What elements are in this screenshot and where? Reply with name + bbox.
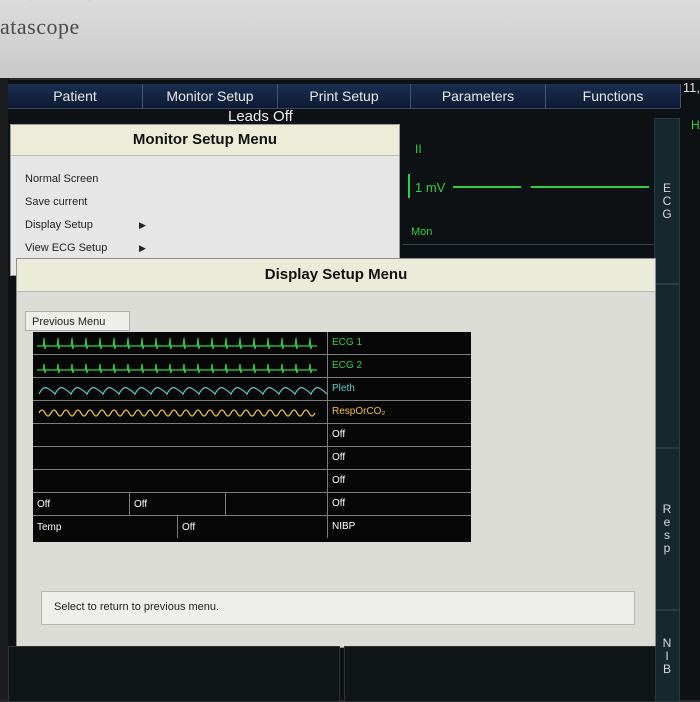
menu-item-normal-screen[interactable]: Normal Screen <box>25 173 98 185</box>
waveform-row[interactable]: RespOrCO₂ <box>33 401 471 424</box>
waveform-row[interactable]: Pleth <box>33 378 471 401</box>
row-label-off: Off <box>327 424 471 446</box>
submenu-arrow-icon: ▶ <box>139 243 146 253</box>
side-tab-blank[interactable] <box>654 284 680 448</box>
menu-item-view-ecg-setup[interactable]: View ECG Setup <box>25 242 107 254</box>
side-tab-letter: I <box>665 648 669 663</box>
side-tab-resp[interactable]: R e s p <box>654 448 680 610</box>
menu-patient[interactable]: Patient <box>8 84 143 108</box>
ecg-calibration-bar <box>408 174 410 198</box>
side-tab-letter: B <box>662 661 671 676</box>
monitor-setup-menu-title: Monitor Setup Menu <box>11 125 399 156</box>
status-help-text: Select to return to previous menu. <box>41 591 635 625</box>
submenu-arrow-icon: ▶ <box>139 220 146 230</box>
menu-functions[interactable]: Functions <box>546 84 681 108</box>
waveform-layout-grid: ECG 1 ECG 2 Pleth RespOrCO₂ Off Off Off … <box>33 332 471 542</box>
waveform-row[interactable]: Off <box>33 447 471 470</box>
ecg-trace-segment <box>453 186 521 188</box>
side-tab-ecg[interactable]: E C G <box>654 118 680 284</box>
side-tab-letter: G <box>662 206 672 221</box>
brand-logo-arc <box>30 0 90 14</box>
waveform-row[interactable]: Off <box>33 470 471 493</box>
previous-menu-button[interactable]: Previous Menu <box>25 311 130 331</box>
top-menu-bar: Patient Monitor Setup Print Setup Parame… <box>8 84 681 109</box>
waveform-row[interactable]: ECG 2 <box>33 355 471 378</box>
param-slot-empty[interactable] <box>225 493 327 515</box>
ecg-mode-label: Mon <box>411 226 433 238</box>
ecg-waveform-area: II 1 mV Mon <box>403 124 653 254</box>
brand-logo: atascope <box>0 14 80 39</box>
resp-waveform <box>38 409 316 417</box>
row-label-nibp: NIBP <box>327 516 471 538</box>
side-tab-letter: p <box>663 541 671 555</box>
monitor-bezel: atascope <box>0 0 700 78</box>
row-label-resp: RespOrCO₂ <box>327 401 471 423</box>
row-label-off: Off <box>327 447 471 469</box>
pleth-waveform <box>38 387 327 396</box>
side-top-label: H <box>691 118 700 132</box>
row-label-ecg1: ECG 1 <box>327 332 471 354</box>
display-setup-menu: Display Setup Menu Previous Menu ECG 1 E… <box>16 258 656 648</box>
display-setup-menu-title: Display Setup Menu <box>17 259 655 292</box>
waveform-row[interactable]: Off <box>33 424 471 447</box>
lower-panel-left <box>8 646 340 702</box>
menu-item-display-setup[interactable]: Display Setup <box>25 219 93 231</box>
side-tab-letter: C <box>662 193 672 208</box>
param-slot-off[interactable]: Off <box>129 493 225 515</box>
lower-panel-right <box>344 646 656 702</box>
ecg-scale-label: 1 mV <box>415 180 446 195</box>
param-slot-temp[interactable]: Temp <box>33 516 177 538</box>
clock-time: 11, <box>682 80 700 95</box>
row-label-off: Off <box>327 493 471 515</box>
param-slot-off[interactable]: Off <box>33 493 129 515</box>
waveform-row[interactable]: ECG 1 <box>33 332 471 355</box>
side-tab-letter: N <box>662 635 672 650</box>
menu-print-setup[interactable]: Print Setup <box>278 84 411 108</box>
ecg1-waveform <box>37 337 317 350</box>
divider <box>403 244 653 245</box>
menu-item-save-current[interactable]: Save current <box>25 196 87 208</box>
leads-off-alarm: Leads Off <box>228 108 293 125</box>
menu-parameters[interactable]: Parameters <box>411 84 546 108</box>
row-label-off: Off <box>327 470 471 492</box>
ecg-trace-segment <box>531 186 649 188</box>
parameter-row[interactable]: Off Off Off <box>33 493 471 516</box>
monitor-setup-menu: Monitor Setup Menu Normal Screen Save cu… <box>10 124 400 276</box>
ecg2-waveform <box>37 363 317 374</box>
menu-monitor-setup[interactable]: Monitor Setup <box>143 84 278 108</box>
ecg-lead-label: II <box>415 142 422 156</box>
monitor-screen: Patient Monitor Setup Print Setup Parame… <box>8 80 700 702</box>
side-tab-nibp[interactable]: N I B <box>654 610 680 702</box>
parameter-row[interactable]: Temp Off NIBP <box>33 516 471 538</box>
side-tab-letter: E <box>662 180 671 195</box>
row-label-ecg2: ECG 2 <box>327 355 471 377</box>
param-slot-temp-value[interactable]: Off <box>177 516 327 538</box>
row-label-pleth: Pleth <box>327 378 471 400</box>
